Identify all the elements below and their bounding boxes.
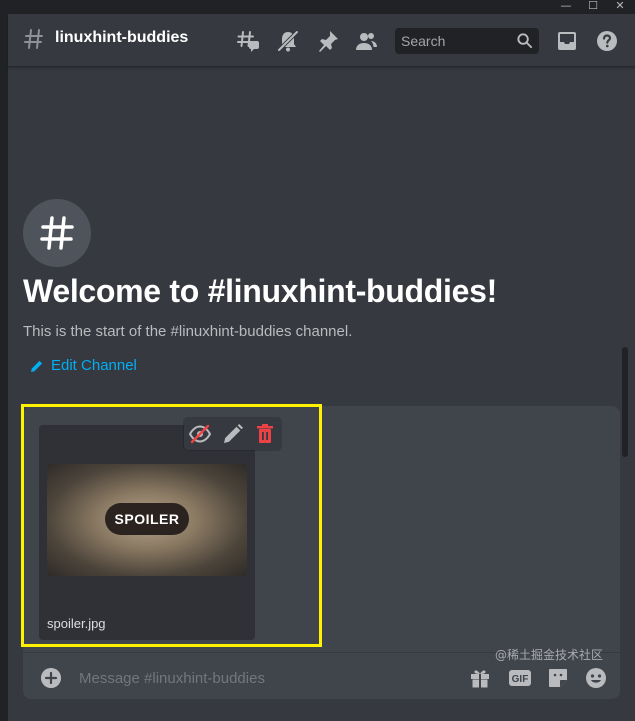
minimize-button[interactable]: — bbox=[553, 0, 579, 14]
channel-name: linuxhint-buddies bbox=[55, 29, 189, 46]
delete-icon[interactable] bbox=[253, 422, 277, 446]
channel-avatar bbox=[23, 199, 91, 267]
spoiler-toggle-icon[interactable] bbox=[188, 422, 212, 446]
add-icon[interactable] bbox=[41, 668, 61, 688]
hash-icon bbox=[24, 29, 43, 49]
pin-icon[interactable] bbox=[316, 29, 340, 53]
maximize-button[interactable]: ☐ bbox=[580, 0, 606, 14]
app-window: linuxhint-buddies Search Welcome to #lin… bbox=[8, 14, 635, 721]
channel-header: linuxhint-buddies bbox=[8, 14, 635, 67]
attachment-actions bbox=[184, 418, 281, 450]
gif-label: GIF bbox=[512, 674, 529, 685]
search-input[interactable] bbox=[395, 28, 511, 54]
chat-content: Welcome to #linuxhint-buddies! This is t… bbox=[8, 67, 635, 721]
spoiler-image[interactable]: SPOILER bbox=[47, 464, 247, 576]
welcome-title: Welcome to #linuxhint-buddies! bbox=[23, 273, 497, 309]
sticker-icon[interactable] bbox=[546, 666, 570, 690]
close-button[interactable]: ✕ bbox=[607, 0, 633, 14]
watermark: @稀土掘金技术社区 bbox=[495, 648, 604, 662]
emoji-icon[interactable] bbox=[584, 666, 608, 690]
search-box[interactable] bbox=[395, 28, 539, 54]
help-icon[interactable] bbox=[595, 29, 619, 53]
attachment-filename: spoiler.jpg bbox=[47, 616, 106, 631]
edit-channel-label: Edit Channel bbox=[51, 357, 137, 374]
threads-icon[interactable] bbox=[236, 29, 260, 53]
pencil-icon bbox=[31, 360, 43, 372]
attachment-card[interactable]: SPOILER spoiler.jpg bbox=[39, 418, 281, 640]
gif-icon[interactable]: GIF bbox=[508, 666, 532, 690]
hash-icon bbox=[40, 216, 74, 250]
search-icon bbox=[517, 33, 533, 49]
members-icon[interactable] bbox=[354, 29, 378, 53]
scrollbar[interactable] bbox=[622, 347, 628, 457]
notification-muted-icon[interactable] bbox=[276, 29, 300, 53]
gift-icon[interactable] bbox=[468, 666, 492, 690]
title-bar: — ☐ ✕ bbox=[0, 0, 635, 14]
message-input[interactable] bbox=[79, 665, 459, 691]
edit-icon[interactable] bbox=[221, 422, 245, 446]
welcome-subtitle: This is the start of the #linuxhint-budd… bbox=[23, 323, 353, 340]
spoiler-label: SPOILER bbox=[105, 503, 189, 535]
inbox-icon[interactable] bbox=[555, 29, 579, 53]
